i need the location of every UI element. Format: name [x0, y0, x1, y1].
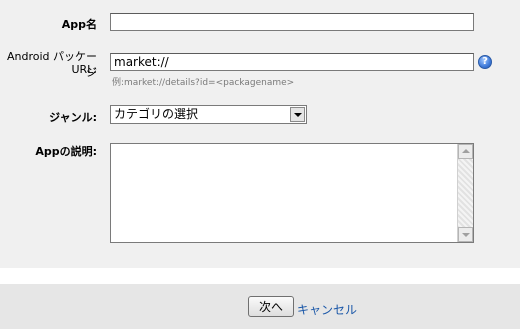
- vertical-scrollbar[interactable]: [457, 144, 473, 242]
- next-button[interactable]: 次へ: [248, 296, 294, 317]
- package-url-input[interactable]: market://: [110, 53, 474, 71]
- description-textarea[interactable]: [110, 143, 474, 243]
- app-name-input[interactable]: [110, 13, 474, 31]
- scroll-up-icon[interactable]: [458, 144, 473, 159]
- cancel-link[interactable]: キャンセル: [297, 301, 357, 318]
- package-url-example: 例:market://details?id=<packagename>: [112, 78, 295, 88]
- genre-selected-value: カテゴリの選択: [114, 107, 199, 121]
- description-label: Appの説明:: [35, 145, 97, 158]
- genre-select[interactable]: カテゴリの選択: [110, 105, 307, 124]
- genre-label: ジャンル:: [49, 111, 97, 124]
- scroll-down-icon[interactable]: [458, 227, 473, 242]
- question-icon[interactable]: ?: [478, 55, 492, 69]
- separator-band: [0, 268, 520, 284]
- dropdown-arrow-icon[interactable]: [290, 107, 305, 122]
- app-name-label: App名: [61, 18, 97, 31]
- form-area: App名 Android パッケージ URL: market:// ? 例:ma…: [0, 0, 520, 268]
- package-url-label-line2: URL:: [71, 63, 97, 76]
